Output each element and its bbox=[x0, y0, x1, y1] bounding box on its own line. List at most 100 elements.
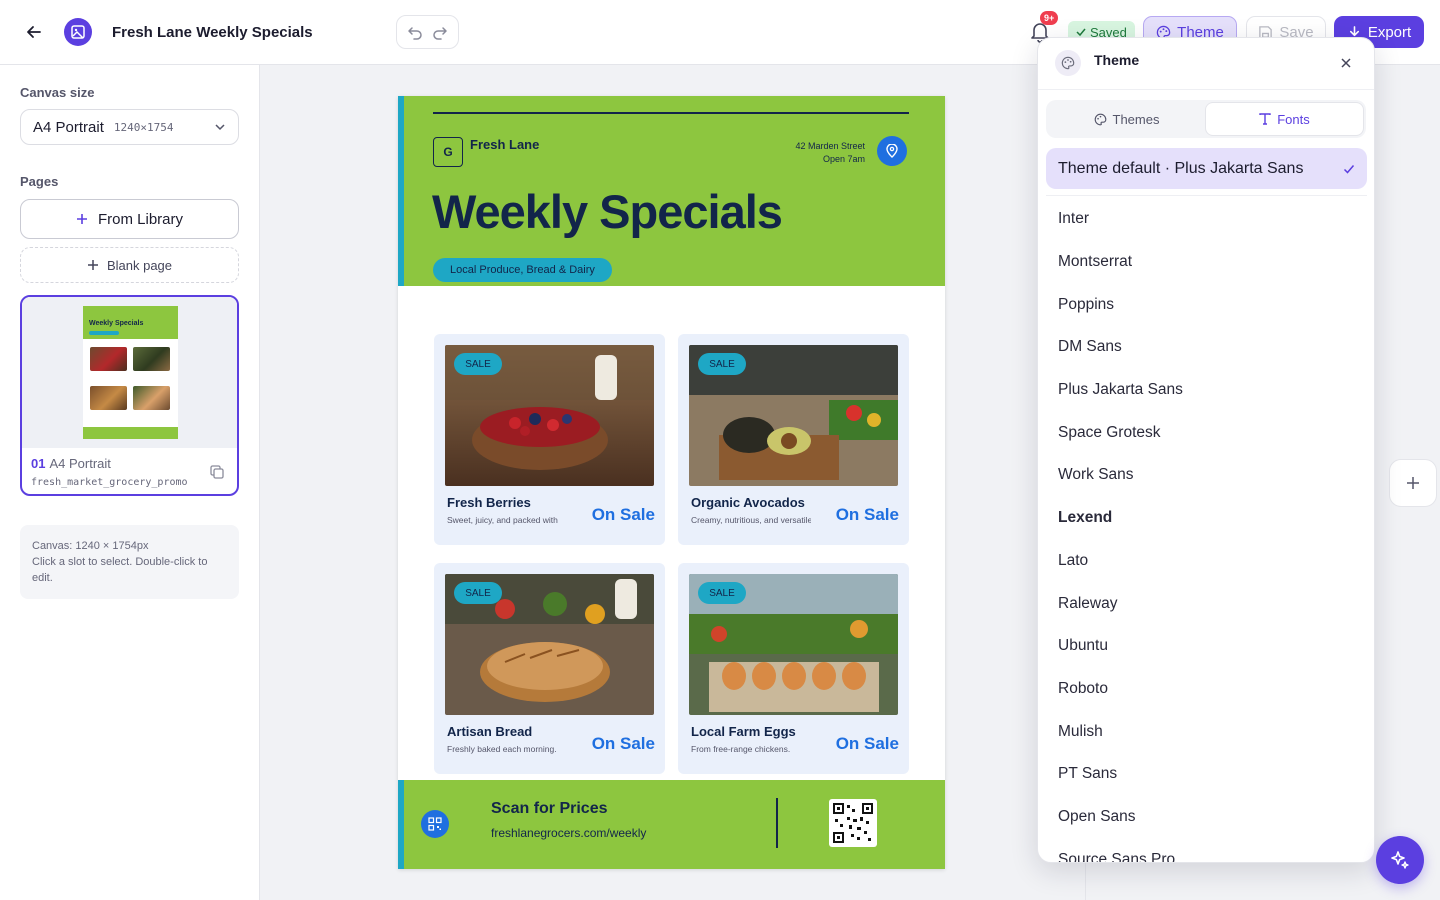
poster-tagline[interactable]: Local Produce, Bread & Dairy bbox=[433, 258, 612, 282]
product-price[interactable]: On Sale bbox=[836, 734, 899, 754]
font-option[interactable]: Inter bbox=[1058, 198, 1358, 241]
product-card-avocados[interactable]: SALE Organic Avocados Creamy, nutritious… bbox=[678, 334, 909, 545]
document-title[interactable]: Fresh Lane Weekly Specials bbox=[112, 24, 313, 41]
from-library-button[interactable]: From Library bbox=[20, 199, 239, 239]
poster-title[interactable]: Weekly Specials bbox=[432, 184, 783, 239]
page-template-file: fresh_market_grocery_promo bbox=[31, 477, 188, 488]
font-option[interactable]: Open Sans bbox=[1058, 796, 1358, 839]
page-thumbnail: Weekly Specials bbox=[22, 297, 237, 448]
product-price[interactable]: On Sale bbox=[836, 505, 899, 525]
qr-code-icon[interactable] bbox=[421, 810, 449, 838]
arrow-left-icon bbox=[27, 26, 41, 38]
qr-code-image[interactable] bbox=[829, 799, 877, 847]
berries-image[interactable]: SALE bbox=[445, 345, 654, 486]
font-option[interactable]: Lato bbox=[1058, 540, 1358, 583]
canvas-info-hint: Click a slot to select. Double-click to … bbox=[32, 556, 208, 584]
blank-page-button[interactable]: Blank page bbox=[20, 247, 239, 283]
font-option[interactable]: Raleway bbox=[1058, 582, 1358, 625]
font-option[interactable]: Source Sans Pro bbox=[1058, 838, 1358, 862]
footer-url[interactable]: freshlanegrocers.com/weekly bbox=[491, 826, 646, 840]
product-card-bread[interactable]: SALE Artisan Bread Freshly baked each mo… bbox=[434, 563, 665, 774]
font-option[interactable]: Work Sans bbox=[1058, 454, 1358, 497]
font-option[interactable]: Lexend bbox=[1058, 497, 1358, 540]
bread-image[interactable]: SALE bbox=[445, 574, 654, 715]
poster-top-rule bbox=[433, 112, 909, 114]
product-price[interactable]: On Sale bbox=[592, 734, 655, 754]
chevron-down-icon bbox=[215, 124, 225, 131]
product-name[interactable]: Fresh Berries bbox=[447, 495, 531, 510]
font-option[interactable]: PT Sans bbox=[1058, 753, 1358, 796]
canvas-size-dims: 1240×1754 bbox=[113, 120, 174, 134]
brand-logo[interactable]: G bbox=[433, 137, 463, 167]
tab-fonts[interactable]: Fonts bbox=[1205, 102, 1364, 136]
font-option[interactable]: Roboto bbox=[1058, 668, 1358, 711]
undo-button[interactable] bbox=[403, 20, 427, 44]
check-icon bbox=[1343, 164, 1355, 174]
tab-themes[interactable]: Themes bbox=[1048, 102, 1205, 136]
add-page-button[interactable] bbox=[1389, 459, 1437, 507]
poster-footer[interactable]: Scan for Prices freshlanegrocers.com/wee… bbox=[398, 780, 945, 869]
tab-themes-label: Themes bbox=[1112, 111, 1160, 127]
brand-name[interactable]: Fresh Lane bbox=[470, 137, 539, 152]
sale-badge: SALE bbox=[454, 582, 502, 604]
app-logo bbox=[64, 18, 92, 46]
image-icon bbox=[71, 25, 85, 39]
footer-divider bbox=[776, 798, 778, 848]
font-option[interactable]: Space Grotesk bbox=[1058, 411, 1358, 454]
font-option[interactable]: Poppins bbox=[1058, 283, 1358, 326]
theme-panel-title: Theme bbox=[1094, 52, 1140, 68]
plus-icon bbox=[76, 214, 87, 224]
product-desc[interactable]: Creamy, nutritious, and versatile. bbox=[691, 515, 811, 525]
eggs-image[interactable]: SALE bbox=[689, 574, 898, 715]
font-option[interactable]: Mulish bbox=[1058, 710, 1358, 753]
notification-badge: 9+ bbox=[1040, 11, 1059, 25]
product-desc[interactable]: From free-range chickens. bbox=[691, 744, 811, 754]
sparkles-icon bbox=[1391, 851, 1409, 869]
duplicate-page-button[interactable] bbox=[210, 465, 224, 479]
tab-fonts-label: Fonts bbox=[1277, 111, 1310, 127]
type-icon bbox=[1259, 113, 1271, 125]
back-button[interactable] bbox=[20, 18, 48, 46]
close-panel-button[interactable] bbox=[1338, 55, 1354, 71]
mini-title: Weekly Specials bbox=[89, 320, 144, 327]
font-default-label: Theme default · Plus Jakarta Sans bbox=[1058, 159, 1304, 177]
product-name[interactable]: Artisan Bread bbox=[447, 724, 532, 739]
export-button-label: Export bbox=[1367, 23, 1412, 41]
undo-redo-group bbox=[396, 15, 459, 49]
location-pin-icon[interactable] bbox=[877, 136, 907, 166]
footer-title[interactable]: Scan for Prices bbox=[491, 800, 608, 818]
redo-button[interactable] bbox=[428, 20, 452, 44]
canvas-info-size: Canvas: 1240 × 1754px bbox=[32, 540, 149, 552]
product-price[interactable]: On Sale bbox=[592, 505, 655, 525]
poster-canvas[interactable]: G Fresh Lane 42 Marden Street Open 7am W… bbox=[398, 96, 945, 869]
poster-header[interactable]: G Fresh Lane 42 Marden Street Open 7am W… bbox=[398, 96, 945, 286]
font-option[interactable]: DM Sans bbox=[1058, 326, 1358, 369]
theme-popup: Theme Themes Fonts Theme default · Plus … bbox=[1037, 37, 1375, 863]
store-address[interactable]: 42 Marden Street Open 7am bbox=[795, 140, 865, 166]
product-card-eggs[interactable]: SALE Local Farm Eggs From free-range chi… bbox=[678, 563, 909, 774]
undo-icon bbox=[408, 27, 422, 40]
font-option-default[interactable]: Theme default · Plus Jakarta Sans bbox=[1046, 148, 1367, 189]
avocados-image[interactable]: SALE bbox=[689, 345, 898, 486]
left-sidebar: Canvas size A4 Portrait 1240×1754 Pages … bbox=[0, 65, 260, 900]
sale-badge: SALE bbox=[698, 582, 746, 604]
page-thumbnail-card[interactable]: Weekly Specials 01 A4 Portrait fresh_mark… bbox=[20, 295, 239, 496]
product-desc[interactable]: Freshly baked each morning. bbox=[447, 744, 567, 754]
font-list: Inter Montserrat Poppins DM Sans Plus Ja… bbox=[1058, 198, 1358, 862]
ai-assistant-button[interactable] bbox=[1376, 836, 1424, 884]
canvas-size-value: A4 Portrait bbox=[33, 118, 104, 136]
page-name: A4 Portrait bbox=[49, 456, 111, 471]
canvas-size-label: Canvas size bbox=[20, 85, 95, 100]
product-name[interactable]: Organic Avocados bbox=[691, 495, 805, 510]
page-mini-preview: Weekly Specials bbox=[83, 306, 178, 439]
product-card-berries[interactable]: SALE Fresh Berries Sweet, juicy, and pac… bbox=[434, 334, 665, 545]
font-option[interactable]: Plus Jakarta Sans bbox=[1058, 369, 1358, 412]
plus-icon bbox=[87, 260, 98, 270]
blank-page-label: Blank page bbox=[106, 257, 173, 273]
font-option[interactable]: Montserrat bbox=[1058, 241, 1358, 284]
product-desc[interactable]: Sweet, juicy, and packed with bbox=[447, 515, 567, 525]
check-icon bbox=[1076, 28, 1086, 37]
product-name[interactable]: Local Farm Eggs bbox=[691, 724, 796, 739]
canvas-size-select[interactable]: A4 Portrait 1240×1754 bbox=[20, 109, 239, 145]
font-option[interactable]: Ubuntu bbox=[1058, 625, 1358, 668]
